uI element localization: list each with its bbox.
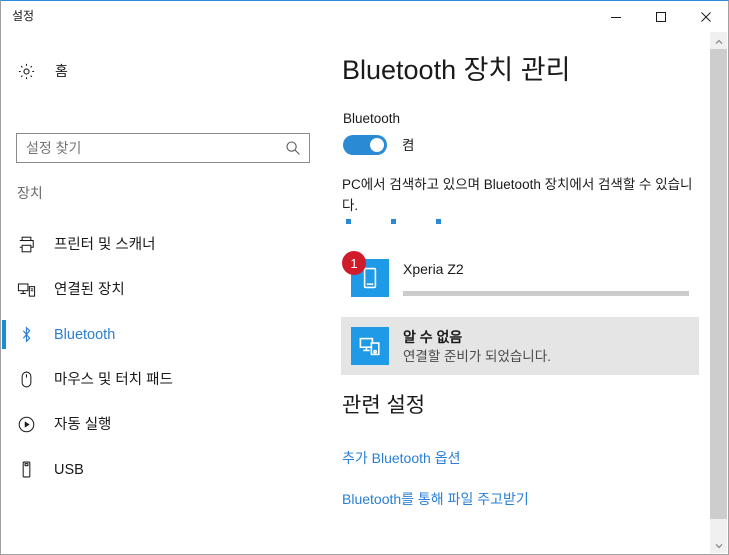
bluetooth-section-label: Bluetooth <box>343 111 401 126</box>
selection-indicator <box>2 410 6 439</box>
device-status: 연결할 준비가 되었습니다. <box>403 349 551 364</box>
sidebar-item-usb[interactable]: USB <box>2 447 329 492</box>
sidebar-item-connected-devices[interactable]: 연결된 장치 <box>2 267 329 312</box>
selection-indicator <box>2 365 6 394</box>
progress-dot <box>436 219 441 224</box>
close-button[interactable] <box>683 1 728 32</box>
gear-icon <box>15 60 37 82</box>
sidebar-item-home[interactable]: 홈 <box>11 55 161 87</box>
toggle-state-label: 켬 <box>402 137 415 153</box>
window-title: 설정 <box>12 9 35 23</box>
usb-icon <box>16 460 36 480</box>
device-name: Xperia Z2 <box>403 261 464 277</box>
printer-icon <box>16 235 36 255</box>
device-list-item-unknown[interactable]: 알 수 없음 연결할 준비가 되었습니다. <box>341 317 699 375</box>
maximize-button[interactable] <box>638 1 683 32</box>
chevron-down-icon <box>715 536 723 554</box>
sidebar-item-label: Bluetooth <box>54 326 116 343</box>
selection-indicator <box>2 275 6 304</box>
bluetooth-toggle-row[interactable]: 켬 <box>343 135 414 155</box>
sidebar-item-autoplay[interactable]: 자동 실행 <box>2 402 329 447</box>
maximize-icon <box>655 11 667 23</box>
minimize-button[interactable] <box>593 1 638 32</box>
link-more-bluetooth-options[interactable]: 추가 Bluetooth 옵션 <box>342 449 460 467</box>
progress-dot <box>346 219 351 224</box>
bluetooth-icon <box>16 325 36 345</box>
link-send-receive-files[interactable]: Bluetooth를 통해 파일 주고받기 <box>342 490 529 508</box>
sidebar-item-label: USB <box>54 461 84 478</box>
related-settings-title: 관련 설정 <box>342 394 426 417</box>
device-name: 알 수 없음 <box>403 329 463 345</box>
discoverability-description: PC에서 검색하고 있으며 Bluetooth 장치에서 검색할 수 있습니다. <box>342 177 693 213</box>
searching-progress-dots <box>343 219 463 229</box>
caption-button-group <box>593 1 728 32</box>
sidebar-item-label: 연결된 장치 <box>54 281 125 298</box>
sidebar-nav-list: 프린터 및 스캐너 연결된 장치 Bluetooth 마우스 및 터치 패드 자… <box>2 222 329 492</box>
notification-badge: 1 <box>342 251 366 275</box>
page-title: Bluetooth 장치 관리 <box>342 55 571 85</box>
sidebar-item-label: 마우스 및 터치 패드 <box>54 371 173 388</box>
minimize-icon <box>610 11 622 23</box>
selection-indicator <box>2 230 6 259</box>
autoplay-icon <box>16 415 36 435</box>
search-box[interactable] <box>16 133 310 163</box>
connected-devices-icon <box>16 280 36 300</box>
selection-indicator <box>2 320 6 349</box>
sidebar-item-printers-scanners[interactable]: 프린터 및 스캐너 <box>2 222 329 267</box>
chevron-up-icon <box>715 32 723 50</box>
titlebar: 설정 <box>1 1 728 32</box>
sidebar-item-mouse-touchpad[interactable]: 마우스 및 터치 패드 <box>2 357 329 402</box>
selection-indicator <box>2 455 6 484</box>
scrollbar-up-button[interactable] <box>710 32 727 49</box>
device-progress-bar <box>403 291 689 296</box>
home-label: 홈 <box>55 63 68 79</box>
sidebar-item-label: 자동 실행 <box>54 416 112 433</box>
progress-dot <box>391 219 396 224</box>
scrollbar-thumb[interactable] <box>710 49 727 519</box>
content-pane: Bluetooth 장치 관리 Bluetooth 켬 PC에서 검색하고 있으… <box>329 32 710 553</box>
sidebar-item-bluetooth[interactable]: Bluetooth <box>2 312 329 357</box>
close-icon <box>700 11 712 23</box>
device-list-item-xperia[interactable]: 1 Xperia Z2 <box>341 249 699 307</box>
sidebar: 홈 장치 프린터 <box>2 32 329 553</box>
sidebar-item-label: 프린터 및 스캐너 <box>54 236 156 253</box>
settings-window: 설정 홈 설정 찾기 장치 프린터 및 스캐너 연결된 장치 Bluetooth… <box>0 0 729 555</box>
vertical-scrollbar[interactable] <box>710 32 727 553</box>
scrollbar-down-button[interactable] <box>710 536 727 553</box>
toggle-knob <box>370 138 384 152</box>
mouse-icon <box>16 370 36 390</box>
search-icon[interactable] <box>285 140 301 161</box>
sidebar-section-title: 장치 <box>17 185 43 201</box>
monitor-phone-icon <box>351 327 389 365</box>
bluetooth-toggle[interactable] <box>343 135 387 155</box>
search-input[interactable] <box>26 138 266 158</box>
